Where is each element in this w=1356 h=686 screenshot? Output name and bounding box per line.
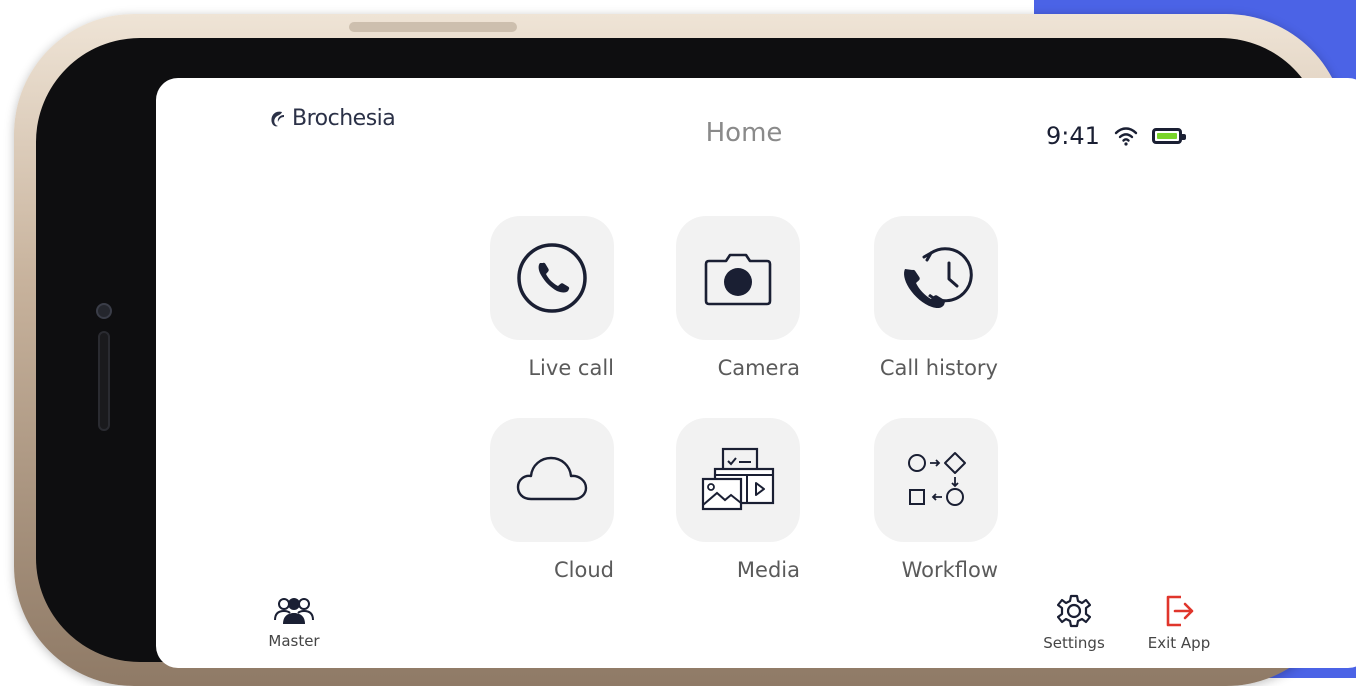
exit-app-button[interactable]: Exit App — [1136, 594, 1222, 652]
battery-level — [1156, 133, 1177, 139]
clock: 9:41 — [1046, 122, 1100, 150]
call-history-icon — [904, 247, 973, 309]
cloud-icon — [516, 456, 588, 501]
tile-live-call[interactable]: Live call — [490, 216, 614, 380]
settings-button[interactable]: Settings — [1034, 594, 1114, 652]
master-button[interactable]: Master — [262, 594, 326, 650]
tile-label-camera: Camera — [717, 356, 800, 380]
media-button[interactable] — [676, 418, 800, 542]
call-history-button[interactable] — [874, 216, 998, 340]
camera-button[interactable] — [676, 216, 800, 340]
tile-label-workflow: Workflow — [901, 558, 998, 582]
tile-cloud[interactable]: Cloud — [490, 418, 614, 582]
media-icon — [701, 447, 775, 511]
app-screen: Brochesia Home 9:41 Live call Camera Cal… — [156, 78, 1356, 668]
battery-icon — [1151, 128, 1186, 144]
tile-label-cloud: Cloud — [554, 558, 614, 582]
tile-workflow[interactable]: Workflow — [874, 418, 998, 582]
tile-label-media: Media — [736, 558, 800, 582]
status-bar: 9:41 — [1046, 122, 1186, 150]
volume-button — [349, 22, 517, 32]
settings-label: Settings — [1043, 634, 1105, 652]
phone-bezel: Brochesia Home 9:41 Live call Camera Cal… — [36, 38, 1356, 668]
exit-icon — [1166, 595, 1194, 627]
live-call-button[interactable] — [490, 216, 614, 340]
earpiece-speaker — [98, 331, 110, 431]
master-label: Master — [268, 632, 320, 650]
front-camera — [96, 303, 112, 319]
tile-label-live-call: Live call — [528, 356, 614, 380]
cloud-button[interactable] — [490, 418, 614, 542]
tile-label-call-history: Call history — [879, 356, 998, 380]
camera-icon — [704, 253, 772, 306]
tile-media[interactable]: Media — [676, 418, 800, 582]
phone-frame: Brochesia Home 9:41 Live call Camera Cal… — [14, 14, 1356, 686]
workflow-icon — [908, 452, 966, 506]
tile-camera[interactable]: Camera — [676, 216, 800, 380]
phone-icon — [517, 243, 587, 313]
tile-call-history[interactable]: Call history — [874, 216, 998, 380]
workflow-button[interactable] — [874, 418, 998, 542]
wifi-icon — [1114, 127, 1138, 146]
gear-icon — [1057, 594, 1091, 628]
users-icon — [274, 598, 314, 624]
exit-app-label: Exit App — [1147, 634, 1211, 652]
